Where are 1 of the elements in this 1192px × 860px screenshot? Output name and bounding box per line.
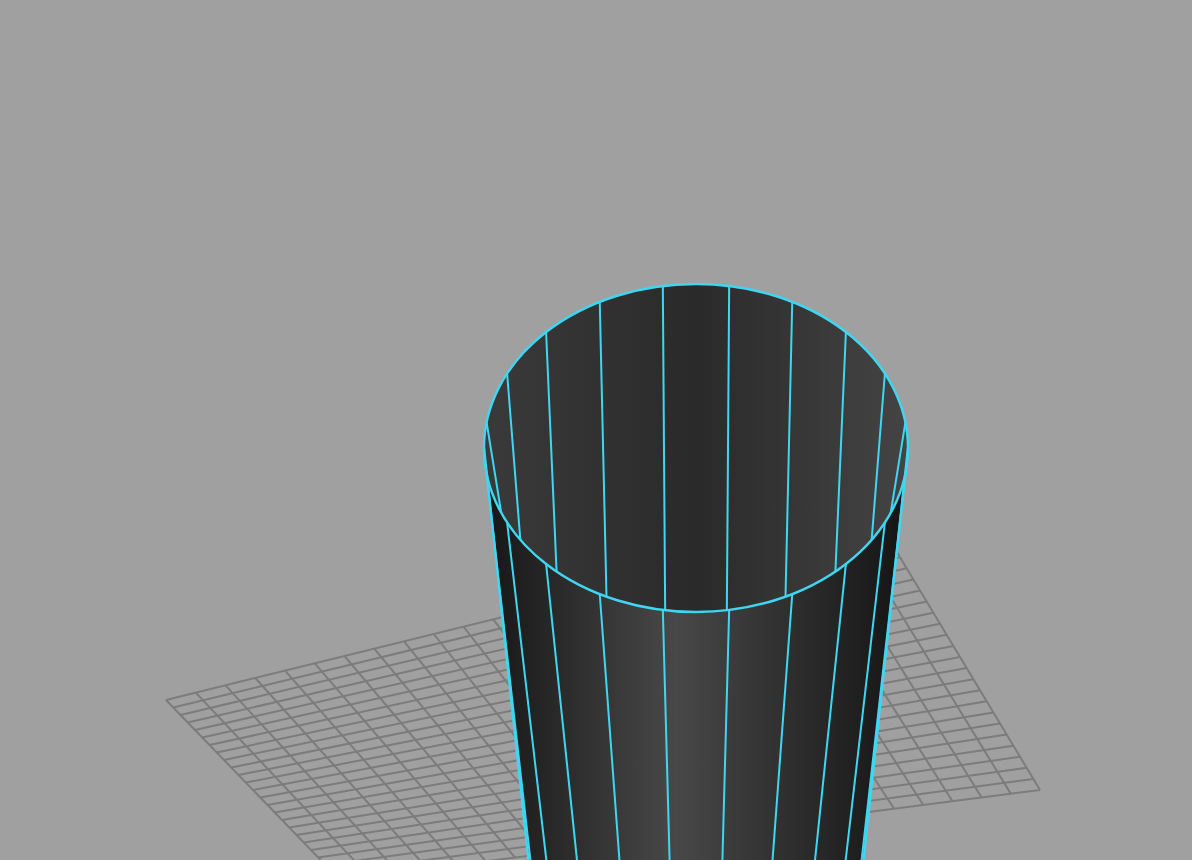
cylinder-drawing[interactable] <box>482 282 910 860</box>
